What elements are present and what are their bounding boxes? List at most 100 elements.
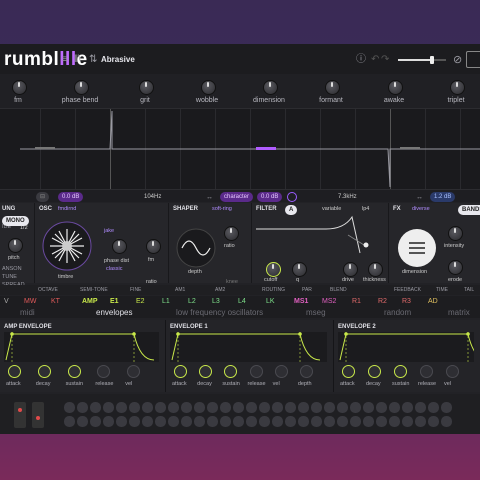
seq-step[interactable] <box>441 416 452 427</box>
seq-step[interactable] <box>181 416 192 427</box>
seq-step[interactable] <box>168 402 179 413</box>
seq-step[interactable] <box>285 416 296 427</box>
envelope-knob[interactable] <box>342 365 355 378</box>
cutoff-knob[interactable] <box>266 262 281 277</box>
seq-step[interactable] <box>298 402 309 413</box>
seq-step[interactable] <box>363 402 374 413</box>
undo-icon[interactable]: ↶ <box>371 55 379 65</box>
mod-tab[interactable]: R1 <box>352 298 361 305</box>
macro-knob[interactable] <box>201 80 216 95</box>
macro-knob[interactable] <box>74 80 89 95</box>
power-icon[interactable]: ⊘ <box>453 55 462 66</box>
seq-step[interactable] <box>181 402 192 413</box>
mod-group-label[interactable]: mseg <box>306 308 326 317</box>
seq-step[interactable] <box>337 416 348 427</box>
envelope-knob[interactable] <box>37 365 51 378</box>
seq-step[interactable] <box>441 402 452 413</box>
voice-value[interactable]: 1/2 <box>20 225 28 231</box>
seq-step[interactable] <box>428 416 439 427</box>
mod-group-label[interactable]: low frequency oscillators <box>176 308 263 317</box>
mod-group-label[interactable]: midi <box>20 308 35 317</box>
seq-step[interactable] <box>103 416 114 427</box>
envelope-knob[interactable] <box>8 365 21 378</box>
filter-type[interactable]: lp4 <box>362 206 369 212</box>
mod-tab[interactable]: MW <box>24 298 36 305</box>
envelope-graph[interactable] <box>4 332 159 362</box>
filter-mode[interactable]: variable <box>322 206 341 212</box>
param-label[interactable]: FEEDBACK <box>394 287 421 293</box>
freq-low[interactable]: 104Hz <box>140 192 165 202</box>
mod-tab[interactable]: L3 <box>212 298 220 305</box>
param-label[interactable]: TIME <box>436 287 448 293</box>
seq-step[interactable] <box>129 416 140 427</box>
preset-name[interactable]: Abrasive <box>101 55 135 64</box>
seq-step[interactable] <box>142 416 153 427</box>
mod-tab[interactable]: R2 <box>378 298 387 305</box>
mod-tab[interactable]: V <box>4 298 9 305</box>
seq-step[interactable] <box>116 402 127 413</box>
param-label[interactable]: FINE <box>130 287 141 293</box>
seq-step[interactable] <box>402 416 413 427</box>
depth-knob[interactable] <box>176 228 216 268</box>
volume-slider[interactable] <box>398 59 446 61</box>
shaper-mode[interactable]: soft-ring <box>212 206 232 212</box>
seq-step[interactable] <box>207 402 218 413</box>
seq-step[interactable] <box>350 416 361 427</box>
seq-step[interactable] <box>376 416 387 427</box>
seq-step[interactable] <box>285 402 296 413</box>
seq-step[interactable] <box>311 402 322 413</box>
seq-step[interactable] <box>103 402 114 413</box>
envelope-knob[interactable] <box>199 365 213 378</box>
macro-knob[interactable] <box>263 80 278 95</box>
mod-tab[interactable]: L4 <box>238 298 246 305</box>
link-icon-2[interactable]: ↔ <box>416 193 423 203</box>
gain-low[interactable]: 0.0 dB <box>58 192 84 202</box>
macro-knob[interactable] <box>388 80 403 95</box>
param-label[interactable]: TAIL <box>464 287 474 293</box>
mod-tab[interactable]: E1 <box>110 298 119 305</box>
seq-step[interactable] <box>350 402 361 413</box>
voice-list-item[interactable]: TUNE <box>2 274 17 280</box>
envelope-knob[interactable] <box>420 365 433 378</box>
seq-step[interactable] <box>428 402 439 413</box>
seq-step[interactable] <box>220 402 231 413</box>
waveform-display[interactable] <box>0 108 480 190</box>
seq-step[interactable] <box>324 416 335 427</box>
fx-mode[interactable]: diverse <box>412 206 430 212</box>
macro-knob[interactable] <box>12 80 27 95</box>
voice-list-item[interactable]: ANSON <box>2 266 22 272</box>
info-icon[interactable]: ⓘ <box>356 55 366 65</box>
seq-step[interactable] <box>90 402 101 413</box>
seq-step[interactable] <box>207 416 218 427</box>
seq-step[interactable] <box>259 416 270 427</box>
fm-knob[interactable] <box>146 239 161 254</box>
osc-mode[interactable]: fmdirnd <box>58 206 76 212</box>
mod-tab[interactable]: MS2 <box>322 298 336 305</box>
volume-handle[interactable] <box>430 56 434 64</box>
param-label[interactable]: SEMI-TONE <box>80 287 108 293</box>
link-icon[interactable]: ↔ <box>206 193 213 203</box>
seq-step[interactable] <box>246 402 257 413</box>
seq-step[interactable] <box>298 416 309 427</box>
timbre-knob[interactable] <box>42 221 92 271</box>
dimension-knob[interactable] <box>397 228 437 268</box>
mod-group-label[interactable]: envelopes <box>96 308 132 317</box>
param-label[interactable]: ROUTING <box>262 287 285 293</box>
mod-tab[interactable]: L2 <box>188 298 196 305</box>
seq-step[interactable] <box>116 416 127 427</box>
macro-knob[interactable] <box>139 80 154 95</box>
classic-mode[interactable]: classic <box>106 266 123 272</box>
mod-tab[interactable]: MS1 <box>294 298 308 305</box>
mod-group-label[interactable]: random <box>384 308 411 317</box>
seq-step[interactable] <box>337 402 348 413</box>
envelope-knob[interactable] <box>127 365 141 378</box>
seq-step[interactable] <box>168 416 179 427</box>
mod-group-label[interactable]: matrix <box>448 308 470 317</box>
library-icon[interactable]: ǁ\ <box>74 55 81 65</box>
param-label[interactable]: AM2 <box>215 287 225 293</box>
macro-knob[interactable] <box>450 80 465 95</box>
menu-icon[interactable]: ≡ <box>62 55 68 65</box>
chevron-updown-icon[interactable]: ⇅ <box>89 55 97 65</box>
envelope-knob[interactable] <box>174 365 187 378</box>
drive-knob[interactable] <box>343 262 358 277</box>
